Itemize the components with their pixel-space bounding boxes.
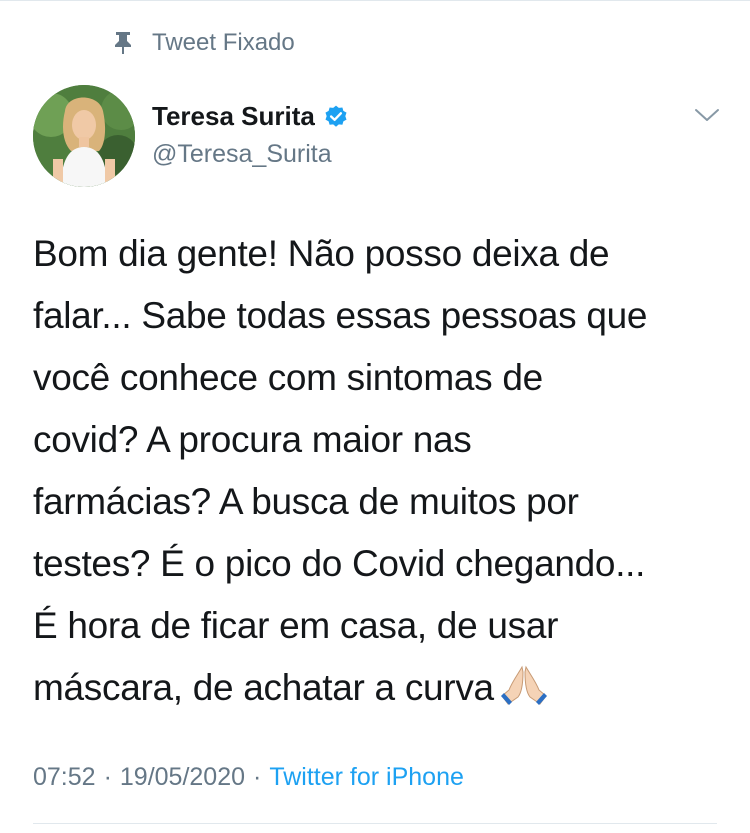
divider: [33, 823, 717, 824]
chevron-down-icon[interactable]: [693, 105, 721, 125]
tweet-text-line: máscara, de achatar a curva: [33, 667, 494, 708]
tweet-text-line: covid? A procura maior nas: [33, 419, 472, 460]
tweet-text-line: É hora de ficar em casa, de usar: [33, 605, 559, 646]
meta-separator: ·: [103, 763, 112, 791]
tweet-source-link[interactable]: Twitter for iPhone: [269, 763, 464, 792]
pinned-indicator: Tweet Fixado: [112, 29, 295, 57]
folded-hands-icon: [500, 665, 547, 705]
avatar-photo: [33, 85, 135, 187]
tweet-meta: 07:52 · 19/05/2020 · Twitter for iPhone: [33, 763, 464, 792]
tweet-text-line: você conhece com sintomas de: [33, 357, 543, 398]
avatar[interactable]: [33, 85, 135, 187]
tweet-text-line: farmácias? A busca de muitos por: [33, 481, 579, 522]
meta-separator: ·: [253, 763, 262, 791]
tweet-text-last-line: máscara, de achatar a curva: [33, 657, 723, 719]
tweet-text-line: testes? É o pico do Covid chegando...: [33, 543, 646, 584]
tweet-card: Tweet Fixado Teresa Surita @Teresa_Surit…: [0, 0, 750, 833]
tweet-text-line: falar... Sabe todas essas pessoas que: [33, 295, 648, 336]
author-block[interactable]: Teresa Surita @Teresa_Surita: [152, 101, 349, 169]
tweet-time[interactable]: 07:52: [33, 763, 96, 792]
verified-badge-icon: [325, 105, 347, 127]
pin-icon: [115, 32, 131, 54]
author-name[interactable]: Teresa Surita: [152, 101, 315, 132]
tweet-text: Bom dia gente! Não posso deixa de falar.…: [33, 223, 723, 719]
author-handle[interactable]: @Teresa_Surita: [152, 140, 349, 169]
tweet-text-line: Bom dia gente! Não posso deixa de: [33, 233, 610, 274]
pinned-label: Tweet Fixado: [152, 29, 295, 56]
tweet-date[interactable]: 19/05/2020: [120, 763, 245, 792]
